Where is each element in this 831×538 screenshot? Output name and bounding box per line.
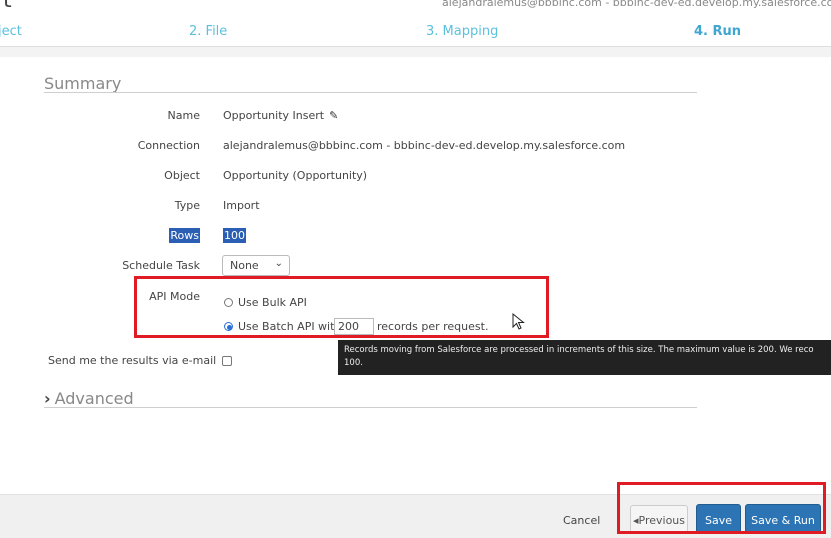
schedule-select[interactable]: None ⌄ <box>222 255 290 276</box>
cancel-link[interactable]: Cancel <box>563 514 600 527</box>
user-info: alejandralemus@bbbinc.com - bbbinc-dev-e… <box>442 0 831 9</box>
chevron-right-icon: › <box>44 389 51 408</box>
rows-value-text: 100 <box>223 228 246 243</box>
advanced-heading: Advanced <box>54 389 134 408</box>
rows-label-text: Rows <box>169 228 200 243</box>
email-results-label: Send me the results via e-mail <box>48 354 217 367</box>
page-title: rt <box>0 0 12 13</box>
tooltip-line-2: 100. <box>344 358 363 368</box>
tooltip-line-1: Records moving from Salesforce are proce… <box>344 345 814 355</box>
name-text: Opportunity Insert <box>223 109 325 122</box>
type-label: Type <box>174 199 200 212</box>
object-label: Object <box>164 169 200 182</box>
email-results-checkbox[interactable] <box>222 356 232 366</box>
step-object[interactable]: ject <box>0 24 22 39</box>
annotation-box-buttons <box>617 482 826 534</box>
schedule-label: Schedule Task <box>122 259 200 272</box>
schedule-select-value: None <box>230 259 259 272</box>
step-file[interactable]: 2. File <box>189 24 227 39</box>
step-mapping[interactable]: 3. Mapping <box>426 24 498 39</box>
rows-value: 100 <box>223 228 246 243</box>
connection-value: alejandralemus@bbbinc.com - bbbinc-dev-e… <box>223 139 626 152</box>
chevron-down-icon: ⌄ <box>274 258 283 269</box>
summary-heading: Summary <box>44 74 122 93</box>
object-value: Opportunity (Opportunity) <box>223 169 368 182</box>
step-run[interactable]: 4. Run <box>694 24 741 39</box>
mouse-cursor-icon <box>512 313 525 330</box>
name-value: Opportunity Insert ✎ <box>223 109 338 122</box>
pencil-icon[interactable]: ✎ <box>329 109 338 122</box>
advanced-toggle[interactable]: › Advanced <box>44 389 134 408</box>
connection-label: Connection <box>137 139 200 152</box>
batch-size-tooltip: Records moving from Salesforce are proce… <box>338 340 831 375</box>
advanced-divider <box>44 407 697 408</box>
summary-divider <box>44 92 697 93</box>
steps-divider <box>0 47 831 57</box>
rows-label: Rows <box>40 228 200 243</box>
wizard-steps: ject 2. File 3. Mapping 4. Run <box>0 18 831 47</box>
annotation-box-api-mode <box>134 276 549 338</box>
name-label: Name <box>167 109 200 122</box>
type-value: Import <box>223 199 260 212</box>
